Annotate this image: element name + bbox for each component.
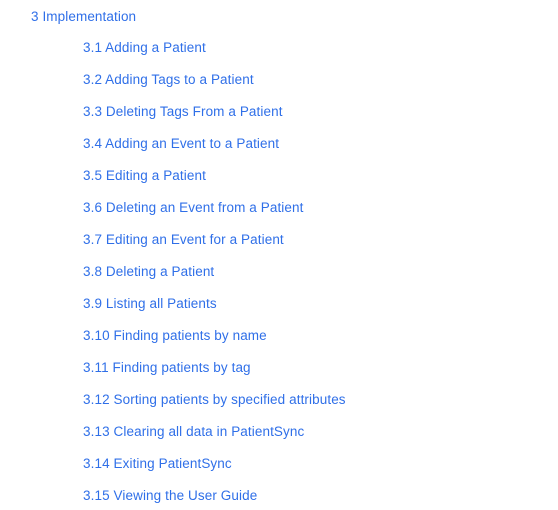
toc-link-viewing-user-guide[interactable]: 3.15 Viewing the User Guide xyxy=(83,487,257,505)
toc-link-deleting-tags[interactable]: 3.3 Deleting Tags From a Patient xyxy=(83,103,283,121)
toc-link-finding-by-name[interactable]: 3.10 Finding patients by name xyxy=(83,327,267,345)
toc-link-sorting-patients[interactable]: 3.12 Sorting patients by specified attri… xyxy=(83,391,346,409)
toc-link-adding-event[interactable]: 3.4 Adding an Event to a Patient xyxy=(83,135,279,153)
toc-link-deleting-patient[interactable]: 3.8 Deleting a Patient xyxy=(83,263,214,281)
toc-link-clearing-data[interactable]: 3.13 Clearing all data in PatientSync xyxy=(83,423,304,441)
toc-link-editing-event[interactable]: 3.7 Editing an Event for a Patient xyxy=(83,231,284,249)
table-of-contents: 3 Implementation 3.1 Adding a Patient 3.… xyxy=(0,0,558,510)
toc-link-finding-by-tag[interactable]: 3.11 Finding patients by tag xyxy=(83,359,251,377)
toc-link-exiting[interactable]: 3.14 Exiting PatientSync xyxy=(83,455,232,473)
toc-link-adding-patient[interactable]: 3.1 Adding a Patient xyxy=(83,39,206,57)
toc-link-implementation[interactable]: 3 Implementation xyxy=(31,8,136,26)
toc-link-deleting-event[interactable]: 3.6 Deleting an Event from a Patient xyxy=(83,199,303,217)
toc-link-listing-patients[interactable]: 3.9 Listing all Patients xyxy=(83,295,217,313)
toc-link-adding-tags[interactable]: 3.2 Adding Tags to a Patient xyxy=(83,71,254,89)
toc-link-editing-patient[interactable]: 3.5 Editing a Patient xyxy=(83,167,206,185)
